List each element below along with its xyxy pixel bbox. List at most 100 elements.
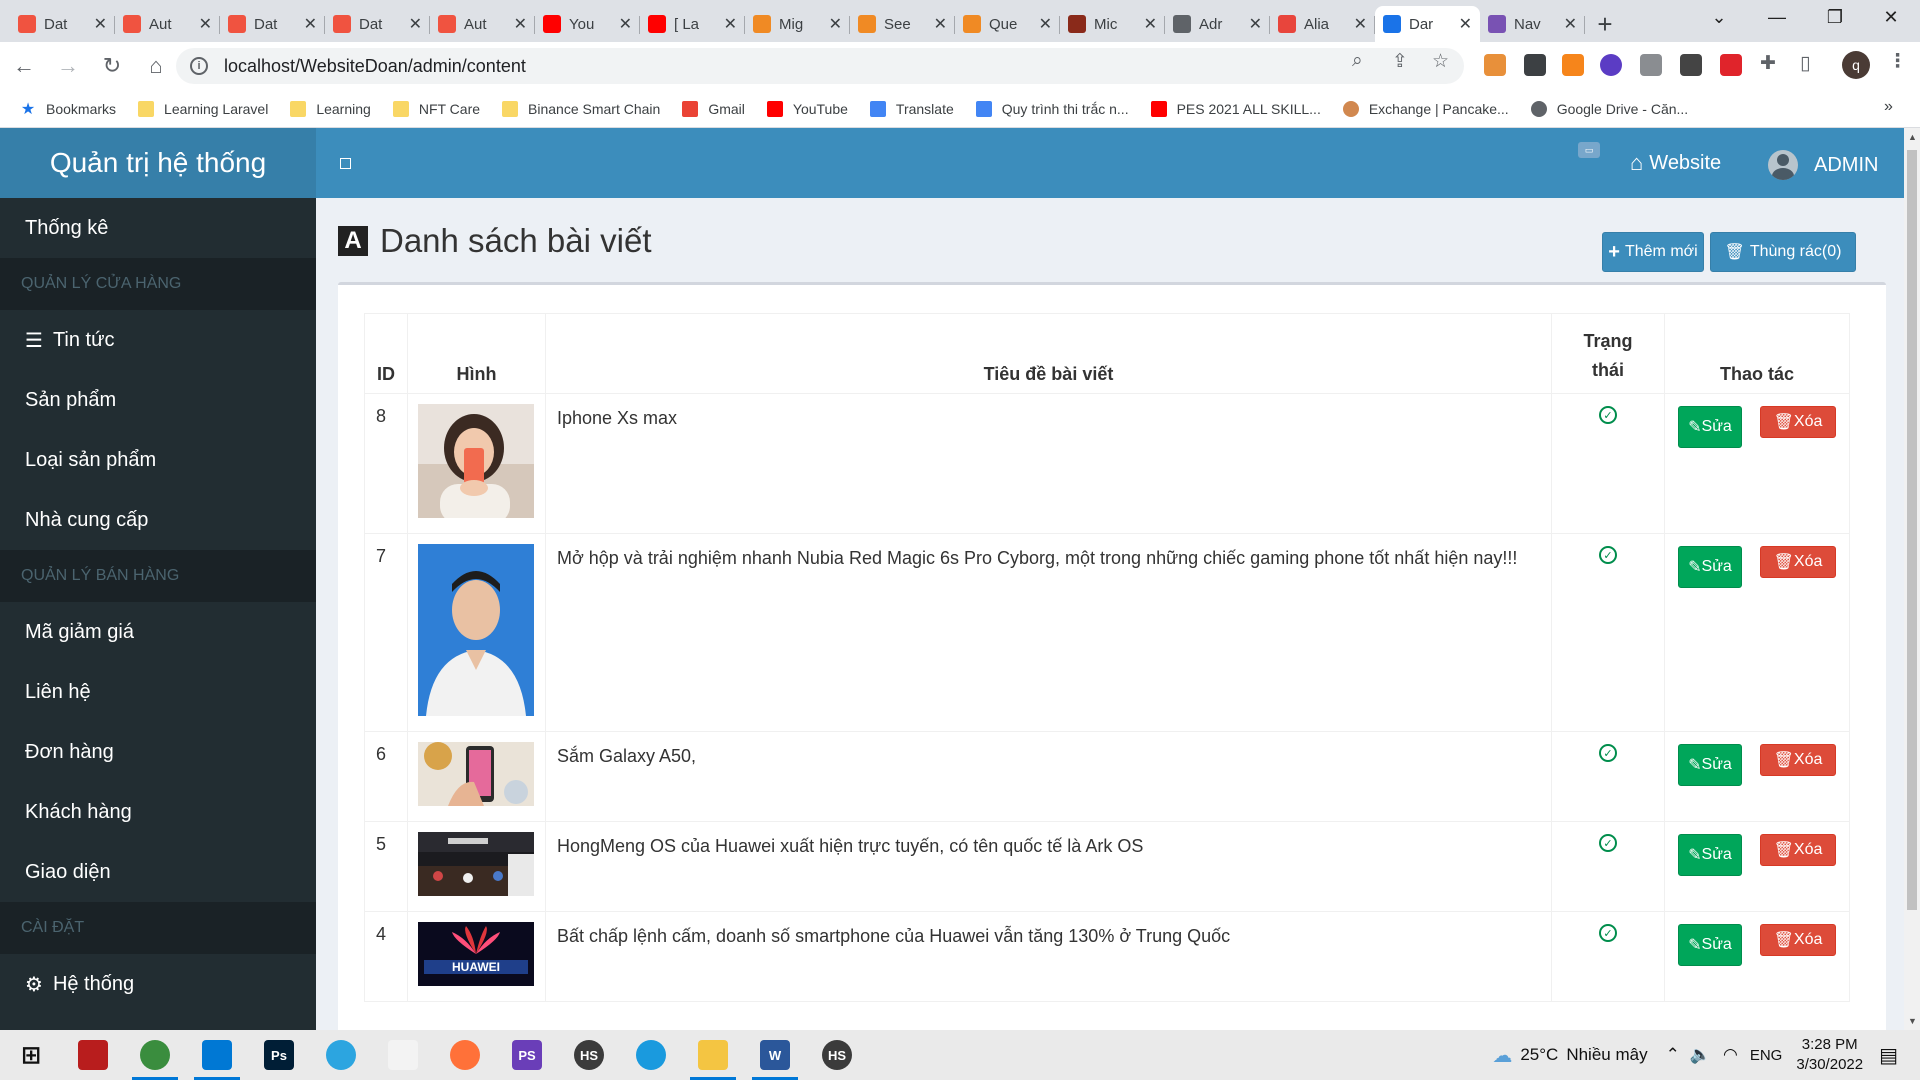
tab-search-icon[interactable]: ⌄ (1690, 0, 1748, 34)
back-icon[interactable]: ← (4, 46, 44, 86)
browser-tab[interactable]: Aut ✕ (430, 6, 535, 42)
close-tab-icon[interactable]: ✕ (304, 14, 317, 34)
taskbar-app[interactable] (434, 1030, 496, 1080)
zoom-icon[interactable]: ⌕ (1352, 50, 1363, 72)
sidebar-item[interactable]: Mã giảm giá (0, 602, 316, 662)
browser-tab[interactable]: [ La ✕ (640, 6, 745, 42)
new-tab-button[interactable]: + (1585, 6, 1625, 42)
volume-icon[interactable]: 🔈 (1690, 1045, 1711, 1065)
taskbar-app[interactable] (186, 1030, 248, 1080)
bookmark-item[interactable]: YouTube (766, 100, 848, 117)
status-toggle[interactable]: ✓ (1563, 834, 1653, 852)
delete-button[interactable]: 🗑 Xóa (1760, 546, 1836, 578)
edit-button[interactable]: ✎ Sửa (1677, 546, 1742, 588)
taskbar-app[interactable] (372, 1030, 434, 1080)
bookmark-item[interactable]: Learning (290, 100, 371, 117)
browser-tab[interactable]: Dar ✕ (1375, 6, 1480, 42)
bookmark-item[interactable]: Google Drive - Căn... (1530, 100, 1688, 117)
weather-temp[interactable]: 25°C (1520, 1045, 1558, 1065)
brand-logo[interactable]: Quản trị hệ thống (0, 128, 316, 198)
browser-tab[interactable]: Nav ✕ (1480, 6, 1585, 42)
trash-button[interactable]: 🗑 Thùng rác(0) (1710, 232, 1856, 272)
sidebar-item[interactable]: ⚙ Hệ thống (0, 954, 316, 1014)
browser-tab[interactable]: Dat ✕ (10, 6, 115, 42)
sidebar-toggle-icon[interactable] (340, 158, 351, 169)
bookmark-item[interactable]: Translate (869, 100, 954, 117)
browser-tab[interactable]: Aut ✕ (115, 6, 220, 42)
sidebar-item[interactable]: Khách hàng (0, 782, 316, 842)
website-link[interactable]: ⌂ Website (1630, 150, 1721, 176)
close-tab-icon[interactable]: ✕ (1354, 14, 1367, 34)
extension-icon[interactable] (1600, 54, 1622, 76)
bookmark-star-icon[interactable]: ☆ (1432, 50, 1449, 73)
sidebar-item[interactable]: Đơn hàng (0, 722, 316, 782)
sidebar-item[interactable]: Liên hệ (0, 662, 316, 722)
sidebar-item[interactable]: Thống kê (0, 198, 316, 258)
sidebar-item[interactable]: Sản phẩm (0, 370, 316, 430)
browser-tab[interactable]: Mic ✕ (1060, 6, 1165, 42)
browser-tab[interactable]: Dat ✕ (325, 6, 430, 42)
sidebar-item[interactable]: ☰ Tin tức (0, 310, 316, 370)
maximize-button[interactable]: ❐ (1806, 0, 1864, 34)
address-bar[interactable]: i localhost/WebsiteDoan/admin/content (176, 48, 1464, 84)
close-tab-icon[interactable]: ✕ (829, 14, 842, 34)
tray-chevron-icon[interactable]: ⌃ (1666, 1045, 1680, 1065)
close-tab-icon[interactable]: ✕ (1039, 14, 1052, 34)
delete-button[interactable]: 🗑 Xóa (1760, 834, 1836, 866)
clock[interactable]: 3:28 PM 3/30/2022 (1796, 1035, 1863, 1075)
taskbar-app[interactable] (62, 1030, 124, 1080)
bookmark-item[interactable]: ★ Bookmarks (20, 101, 116, 118)
browser-tab[interactable]: You ✕ (535, 6, 640, 42)
edit-button[interactable]: ✎ Sửa (1677, 406, 1742, 448)
taskbar-app[interactable]: Ps (248, 1030, 310, 1080)
close-tab-icon[interactable]: ✕ (619, 14, 632, 34)
start-button[interactable]: ⊞ (0, 1030, 62, 1080)
close-tab-icon[interactable]: ✕ (94, 14, 107, 34)
browser-tab[interactable]: Que ✕ (955, 6, 1060, 42)
close-tab-icon[interactable]: ✕ (1459, 14, 1472, 34)
status-toggle[interactable]: ✓ (1563, 744, 1653, 762)
weather-text[interactable]: Nhiều mây (1566, 1045, 1647, 1065)
bookmark-item[interactable]: Exchange | Pancake... (1342, 100, 1509, 117)
side-panel-icon[interactable]: ▯ (1800, 52, 1810, 75)
extensions-puzzle-icon[interactable]: ✚ (1760, 52, 1776, 75)
user-menu[interactable]: ADMIN (1768, 150, 1878, 180)
record-extension-icon[interactable] (1720, 54, 1742, 76)
profile-avatar[interactable]: q (1842, 51, 1870, 79)
close-tab-icon[interactable]: ✕ (934, 14, 947, 34)
notification-icon[interactable]: ▭ (1578, 142, 1600, 158)
browser-tab[interactable]: Alia ✕ (1270, 6, 1375, 42)
sidebar-item[interactable]: Loại sản phẩm (0, 430, 316, 490)
scrollbar-thumb[interactable] (1907, 150, 1917, 910)
wifi-icon[interactable]: ◠ (1723, 1045, 1738, 1065)
status-toggle[interactable]: ✓ (1563, 406, 1653, 424)
close-tab-icon[interactable]: ✕ (1564, 14, 1577, 34)
taskbar-app[interactable] (682, 1030, 744, 1080)
weather-icon[interactable]: ☁ (1492, 1043, 1512, 1068)
status-toggle[interactable]: ✓ (1563, 924, 1653, 942)
browser-tab[interactable]: Adr ✕ (1165, 6, 1270, 42)
edit-button[interactable]: ✎ Sửa (1677, 834, 1742, 876)
taskbar-app[interactable]: PS (496, 1030, 558, 1080)
taskbar-app[interactable] (310, 1030, 372, 1080)
extension-icon[interactable] (1484, 54, 1506, 76)
language-indicator[interactable]: ENG (1750, 1047, 1783, 1064)
bookmark-item[interactable]: PES 2021 ALL SKILL... (1150, 100, 1321, 117)
scroll-up-icon[interactable]: ▲ (1908, 132, 1917, 142)
url-text[interactable]: localhost/WebsiteDoan/admin/content (224, 56, 526, 77)
taskbar-app[interactable] (124, 1030, 186, 1080)
camera-extension-icon[interactable] (1640, 54, 1662, 76)
close-window-button[interactable]: ✕ (1862, 0, 1920, 34)
minimize-button[interactable]: — (1748, 0, 1806, 34)
reload-icon[interactable]: ↻ (92, 46, 132, 86)
color-picker-extension-icon[interactable] (1524, 54, 1546, 76)
home-icon[interactable]: ⌂ (136, 46, 176, 86)
taskbar-app[interactable]: W (744, 1030, 806, 1080)
extension-icon[interactable] (1680, 54, 1702, 76)
add-new-button[interactable]: + Thêm mới (1602, 232, 1704, 272)
edit-button[interactable]: ✎ Sửa (1677, 924, 1742, 966)
share-icon[interactable]: ⇪ (1392, 50, 1408, 73)
metamask-icon[interactable] (1562, 54, 1584, 76)
scroll-down-icon[interactable]: ▼ (1908, 1016, 1917, 1026)
site-info-icon[interactable]: i (190, 57, 208, 75)
